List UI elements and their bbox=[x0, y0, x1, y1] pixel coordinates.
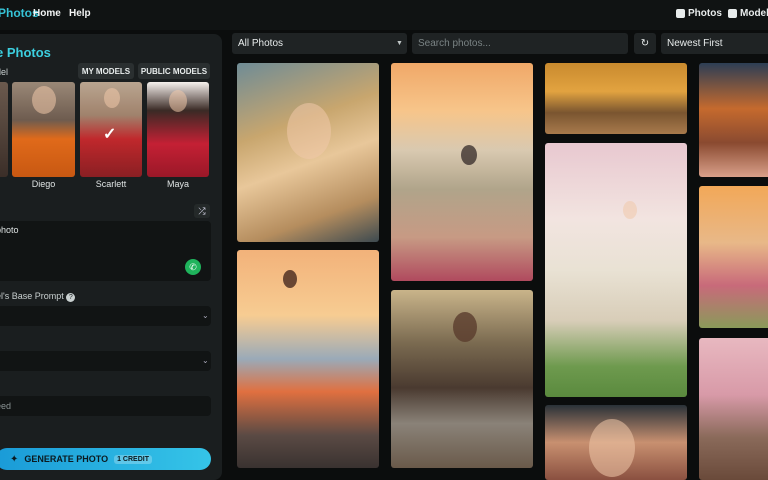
gallery-photo[interactable] bbox=[237, 63, 379, 242]
seed-placeholder: eed bbox=[0, 401, 12, 411]
gallery-photo[interactable] bbox=[699, 186, 768, 328]
gallery-photo[interactable] bbox=[545, 143, 687, 397]
avatar bbox=[104, 88, 120, 108]
magic-wand-icon: ✦ bbox=[10, 453, 19, 465]
nav-models-link[interactable]: Models bbox=[728, 8, 768, 19]
whatsapp-icon[interactable]: ✆ bbox=[185, 259, 201, 275]
nav-photos-label: Photos bbox=[688, 8, 722, 19]
panel-title: e Photos bbox=[0, 45, 51, 60]
generate-photo-button[interactable]: ✦ GENERATE PHOTO 1 CREDIT bbox=[0, 448, 211, 470]
prompt-value: photo bbox=[0, 225, 19, 235]
caret-down-icon: ▼ bbox=[396, 40, 403, 47]
avatar bbox=[169, 90, 187, 112]
selected-check-icon: ✓ bbox=[103, 126, 117, 143]
model-card-maya[interactable] bbox=[147, 82, 209, 177]
gallery-photo[interactable] bbox=[237, 250, 379, 468]
top-bar: Photos Home Help Photos Models bbox=[0, 0, 768, 30]
gallery-photo[interactable] bbox=[545, 405, 687, 480]
base-prompt-select[interactable] bbox=[0, 306, 211, 326]
gallery-photo[interactable] bbox=[699, 63, 768, 177]
wand-icon bbox=[676, 9, 685, 18]
model-name-scarlett: Scarlett bbox=[95, 179, 127, 189]
tab-my-models[interactable]: MY MODELS bbox=[78, 63, 134, 79]
gallery-photo[interactable] bbox=[391, 63, 533, 281]
nav-home-link[interactable]: Home bbox=[33, 8, 61, 19]
option-select[interactable] bbox=[0, 351, 211, 371]
model-name-diego: Diego bbox=[31, 179, 56, 189]
shuffle-icon: ⤮ bbox=[198, 205, 206, 216]
model-card-diego[interactable] bbox=[12, 82, 75, 177]
sort-select[interactable]: Newest First bbox=[661, 33, 768, 54]
avatar bbox=[32, 86, 56, 114]
nav-help-link[interactable]: Help bbox=[69, 8, 91, 19]
help-icon: ? bbox=[66, 293, 76, 302]
model-card-partial[interactable] bbox=[0, 82, 8, 177]
shuffle-button[interactable]: ⤮ bbox=[194, 204, 210, 218]
chevron-down-icon: ⌄ bbox=[202, 356, 209, 365]
refresh-button[interactable]: ↻ bbox=[634, 33, 656, 54]
models-icon bbox=[728, 9, 737, 18]
gallery-photo[interactable] bbox=[391, 290, 533, 468]
prompt-textarea[interactable] bbox=[0, 221, 211, 281]
search-input[interactable]: Search photos... bbox=[412, 33, 628, 54]
gallery-photo[interactable] bbox=[545, 63, 687, 134]
base-prompt-label: el's Base Prompt ? bbox=[0, 291, 76, 302]
chevron-down-icon: ⌄ bbox=[202, 311, 209, 320]
gallery-photo[interactable] bbox=[699, 338, 768, 480]
seed-input[interactable] bbox=[0, 396, 211, 416]
credit-badge: 1 CREDIT bbox=[114, 454, 152, 464]
nav-photos-link[interactable]: Photos bbox=[676, 8, 722, 19]
nav-models-label: Models bbox=[740, 8, 768, 19]
model-name-maya: Maya bbox=[166, 179, 189, 189]
refresh-icon: ↻ bbox=[640, 38, 650, 49]
generate-label: GENERATE PHOTO bbox=[24, 454, 109, 464]
photo-filter-select[interactable]: All Photos bbox=[232, 33, 407, 54]
tab-public-models[interactable]: PUBLIC MODELS bbox=[138, 63, 210, 79]
model-label: del bbox=[0, 67, 9, 77]
